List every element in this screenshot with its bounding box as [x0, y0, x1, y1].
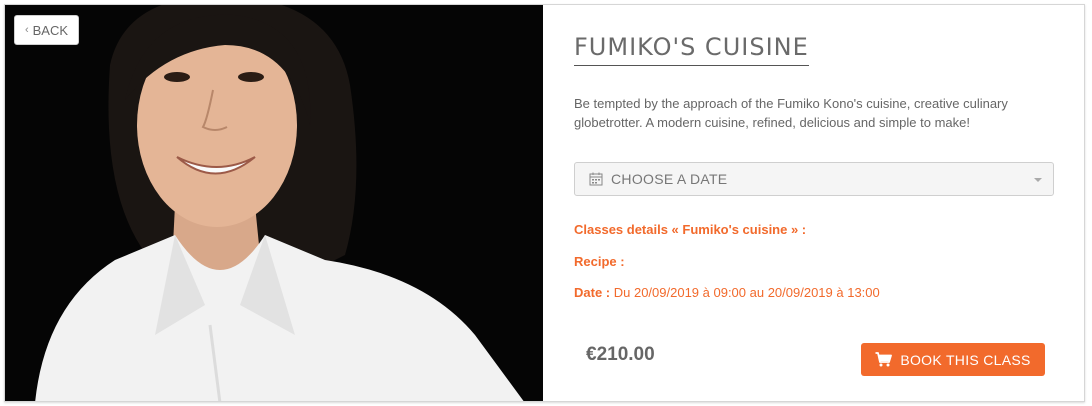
page-title: FUMIKO'S CUISINE [574, 33, 809, 66]
calendar-icon [589, 172, 603, 186]
course-card: ‹ BACK FUMIKO'S CUISINE Be tempted by th… [4, 4, 1085, 402]
chevron-left-icon: ‹ [24, 24, 29, 36]
chef-portrait-image [5, 5, 543, 401]
back-button-label: BACK [32, 22, 69, 38]
date-select-placeholder: CHOOSE A DATE [611, 171, 728, 187]
date-label: Date : [574, 285, 611, 300]
classes-details-label: Classes details « Fumiko's cuisine » : [574, 222, 807, 237]
chef-photo: ‹ BACK [5, 5, 543, 401]
course-price: €210.00 [586, 344, 655, 365]
back-button[interactable]: ‹ BACK [14, 15, 79, 45]
course-details-panel: FUMIKO'S CUISINE Be tempted by the appro… [543, 5, 1084, 401]
book-class-button[interactable]: BOOK THIS CLASS [861, 343, 1045, 376]
recipe-heading: Recipe : [574, 254, 625, 269]
recipe-label: Recipe : [574, 254, 625, 269]
date-select[interactable]: CHOOSE A DATE [574, 162, 1054, 196]
class-date-line: Date : Du 20/09/2019 à 09:00 au 20/09/20… [574, 285, 880, 300]
course-description: Be tempted by the approach of the Fumiko… [574, 96, 1008, 130]
chevron-down-icon [1034, 178, 1042, 182]
book-class-button-label: BOOK THIS CLASS [900, 351, 1031, 368]
cart-icon [875, 352, 893, 367]
classes-details-heading: Classes details « Fumiko's cuisine » : [574, 222, 806, 237]
date-value: Du 20/09/2019 à 09:00 au 20/09/2019 à 13… [610, 285, 880, 300]
